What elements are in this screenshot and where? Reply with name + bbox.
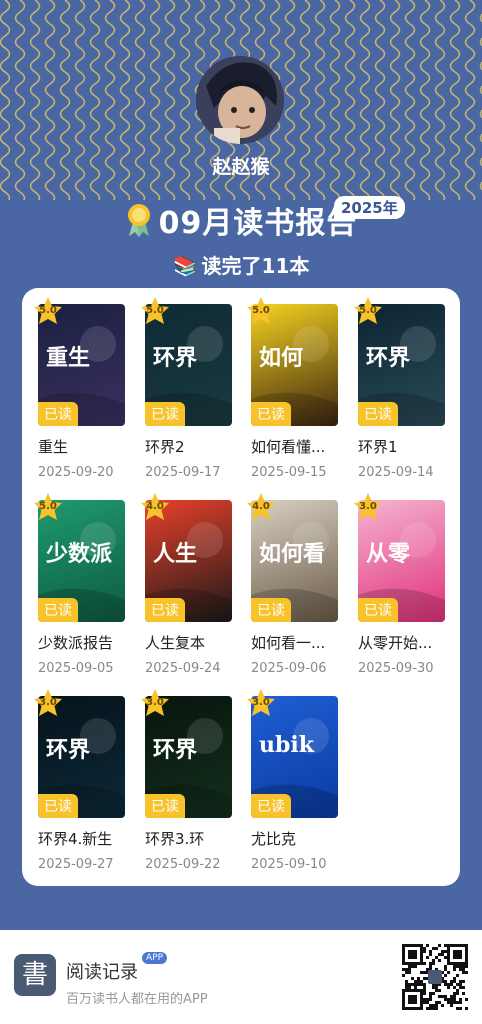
book-title: 环界4.新生 — [38, 830, 113, 848]
book-item[interactable]: 环界已读 5.0 环界2 2025-09-17 — [141, 297, 237, 480]
book-title: 重生 — [38, 438, 69, 456]
rating: 4.0 — [146, 501, 164, 512]
book-date: 2025-09-06 — [251, 661, 327, 676]
cover-title: 如何看 — [259, 541, 326, 567]
cover-title: 重生 — [46, 345, 91, 371]
book-item[interactable]: 重生 已读 5.0 重生 2025-09-20 — [34, 297, 130, 480]
read-tag: 已读 — [145, 794, 185, 818]
books-icon: 📚 — [172, 254, 198, 278]
read-tag: 已读 — [145, 402, 185, 426]
avatar-image — [196, 56, 284, 144]
cover-title: 人生 — [153, 541, 198, 567]
book-title: 从零开始... — [358, 634, 433, 652]
rating: 3.0 — [39, 697, 57, 708]
rating: 5.0 — [252, 305, 270, 316]
book-title: 人生复本 — [145, 634, 206, 652]
read-tag: 已读 — [251, 794, 291, 818]
book-item[interactable]: 少数派已读 5.0 少数派报告 2025-09-05 — [34, 493, 130, 676]
book-item[interactable]: 从零已读 3.0 从零开始... 2025-09-30 — [354, 493, 450, 676]
app-badge: APP — [142, 952, 168, 964]
rating: 5.0 — [146, 305, 164, 316]
book-item[interactable]: 如何已读 5.0 如何看懂... 2025-09-15 — [247, 297, 343, 480]
read-tag: 已读 — [358, 402, 398, 426]
book-date: 2025-09-20 — [38, 465, 114, 480]
read-tag: 已读 — [145, 598, 185, 622]
book-title: 尤比克 — [251, 830, 297, 848]
book-date: 2025-09-15 — [251, 465, 327, 480]
app-slogan: 百万读书人都在用的APP — [66, 992, 208, 1007]
report-title: 09月读书报告 — [158, 206, 358, 241]
cover-title: 环界 — [366, 345, 411, 371]
book-item[interactable]: 环界已读 5.0 环界1 2025-09-14 — [354, 297, 450, 480]
read-tag: 已读 — [38, 598, 78, 622]
book-date: 2025-09-14 — [358, 465, 434, 480]
book-date: 2025-09-24 — [145, 661, 221, 676]
rating: 5.0 — [39, 501, 57, 512]
medal-icon — [127, 204, 150, 237]
book-item[interactable]: 如何看已读 4.0 如何看一... 2025-09-06 — [247, 493, 343, 676]
read-tag: 已读 — [38, 794, 78, 818]
books-card: 重生 已读 5.0 重生 2025-09-20 环界 已读 5.0 环界2 2025-09-17 如… — [22, 288, 460, 886]
cover-title: 环界 — [46, 737, 91, 763]
book-date: 2025-09-05 — [38, 661, 114, 676]
book-date: 2025-09-10 — [251, 857, 327, 872]
book-date: 2025-09-22 — [145, 857, 221, 872]
book-title: 如何看一... — [251, 634, 326, 652]
read-tag: 已读 — [251, 598, 291, 622]
cover-title: ubik — [259, 732, 314, 758]
book-title: 环界1 — [358, 438, 398, 456]
app-logo[interactable]: 書 — [14, 954, 56, 996]
read-count-text: 读完了11本 — [201, 254, 310, 278]
book-title: 如何看懂... — [251, 438, 326, 456]
book-date: 2025-09-17 — [145, 465, 221, 480]
cover-title: 环界 — [153, 737, 198, 763]
rating: 5.0 — [359, 305, 377, 316]
year-badge: 2025年 — [334, 196, 405, 219]
avatar[interactable] — [196, 56, 284, 144]
book-date: 2025-09-27 — [38, 857, 114, 872]
rating: 3.0 — [146, 697, 164, 708]
username: 赵赵猴 — [212, 156, 270, 178]
book-item[interactable]: 人生已读 4.0 人生复本 2025-09-24 — [141, 493, 237, 676]
book-title: 环界2 — [145, 438, 185, 456]
cover-title: 如何 — [259, 345, 304, 371]
app-name[interactable]: 阅读记录 — [66, 958, 138, 984]
read-tag: 已读 — [251, 402, 291, 426]
read-tag: 已读 — [38, 402, 78, 426]
book-date: 2025-09-30 — [358, 661, 434, 676]
cover-title: 少数派 — [46, 541, 113, 567]
book-item[interactable]: ubik 已读 3.0 尤比克 2025-09-10 — [247, 689, 343, 872]
book-title: 少数派报告 — [38, 634, 114, 652]
cover-title: 从零 — [366, 541, 411, 567]
rating: 4.0 — [252, 501, 270, 512]
book-title: 环界3.环 — [145, 830, 205, 848]
qr-code[interactable] — [402, 944, 468, 1010]
report-title-row: 09月读书报告 — [0, 196, 482, 244]
book-item[interactable]: 环界已读 3.0 环界4.新生 2025-09-27 — [34, 689, 130, 872]
book-item[interactable]: 环界已读 3.0 环界3.环 2025-09-22 — [141, 689, 237, 872]
read-count: 📚 读完了11本 — [0, 250, 482, 279]
rating: 3.0 — [359, 501, 377, 512]
rating: 3.0 — [252, 697, 270, 708]
read-tag: 已读 — [358, 598, 398, 622]
cover-title: 环界 — [153, 345, 198, 371]
rating: 5.0 — [39, 305, 57, 316]
